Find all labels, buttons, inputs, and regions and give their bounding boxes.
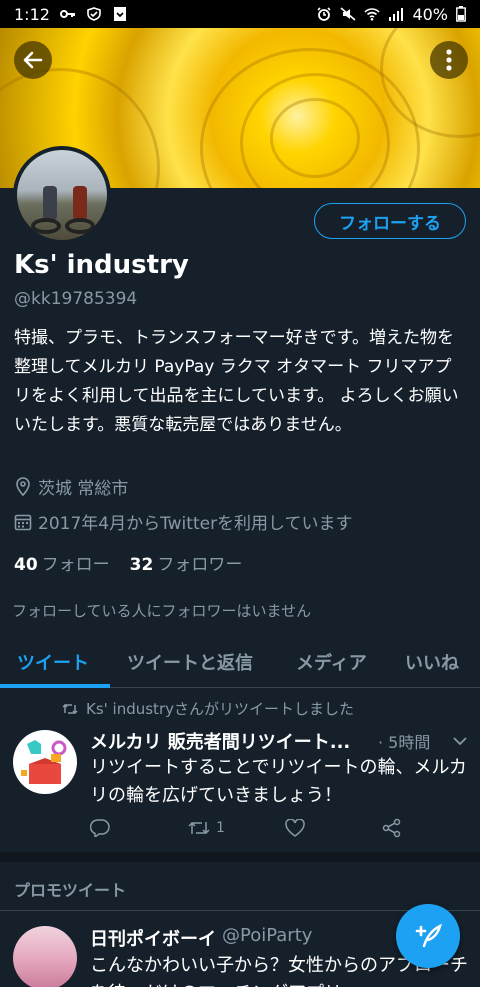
followers-link[interactable]: 32 フォロワー	[130, 550, 243, 575]
followers-label: フォロワー	[157, 555, 243, 575]
compose-tweet-icon	[415, 923, 442, 948]
more-options-button[interactable]	[430, 41, 468, 79]
alarm-icon	[317, 7, 332, 21]
profile-location: 茨城 常総市	[14, 474, 128, 499]
promoted-tweet-label: プロモツイート	[14, 881, 127, 900]
download-icon	[113, 7, 126, 21]
joined-text: 2017年4月からTwitterを利用しています	[38, 514, 353, 534]
retweet-note: Ks' industryさんがリツイートしました	[62, 698, 354, 719]
chevron-down-icon[interactable]	[452, 736, 468, 746]
follow-button[interactable]: フォローする	[314, 203, 466, 239]
back-arrow-icon	[23, 51, 43, 69]
tab-tweets-and-replies[interactable]: ツイートと返信	[127, 636, 253, 688]
tab-tweets[interactable]: ツイート	[17, 636, 89, 688]
profile-avatar[interactable]	[13, 146, 111, 244]
mercari-logo-icon	[21, 740, 67, 784]
promo-author-avatar[interactable]	[13, 926, 77, 987]
retweet-note-text: Ks' industryさんがリツイートしました	[86, 700, 354, 718]
retweet-button[interactable]: 1	[188, 820, 225, 836]
tweet-actions: 1	[90, 816, 420, 840]
followers-count: 32	[129, 555, 154, 575]
tweet-header: メルカリ 販売者間リツイート... · 5時間	[90, 728, 468, 754]
more-vertical-icon	[446, 49, 452, 71]
promo-header: 日刊ポイボーイ @PoiParty	[90, 925, 312, 951]
mute-icon	[340, 7, 356, 21]
back-button[interactable]	[14, 41, 52, 79]
following-label: フォロー	[41, 555, 110, 575]
reply-button[interactable]	[90, 819, 110, 837]
promo-author-handle: @PoiParty	[222, 925, 313, 946]
follow-counts: 40 フォロー 32 フォロワー	[14, 550, 242, 575]
reply-icon	[90, 819, 110, 837]
battery-icon	[456, 6, 466, 22]
calendar-icon	[14, 514, 32, 530]
wifi-icon	[364, 8, 381, 21]
battery-percent: 40%	[412, 4, 448, 24]
section-divider	[0, 852, 480, 862]
profile-bio: 特撮、プラモ、トランスフォーマー好きです。増えた物を整理してメルカリ PayPa…	[14, 328, 459, 435]
tweet-author-name[interactable]: メルカリ 販売者間リツイート...	[90, 728, 372, 754]
retweet-icon	[188, 821, 210, 835]
compose-tweet-button[interactable]	[396, 904, 460, 968]
tweet-time: · 5時間	[378, 733, 431, 752]
status-time: 1:12	[14, 4, 50, 24]
profile-joined: 2017年4月からTwitterを利用しています	[14, 509, 353, 534]
tweet-author-avatar[interactable]	[13, 730, 77, 794]
tab-likes[interactable]: いいね	[405, 636, 459, 688]
key-icon	[59, 10, 75, 18]
promo-author-name[interactable]: 日刊ポイボーイ	[90, 925, 216, 951]
status-bar: 1:12 40%	[0, 0, 480, 28]
retweet-count: 1	[216, 820, 225, 836]
profile-handle: @kk19785394	[14, 289, 138, 309]
signal-icon	[389, 8, 404, 21]
share-button[interactable]	[382, 818, 402, 838]
following-link[interactable]: 40 フォロー	[14, 550, 110, 575]
location-pin-icon	[16, 476, 30, 496]
share-icon	[382, 818, 401, 838]
shield-icon	[87, 7, 101, 21]
location-text: 茨城 常総市	[38, 479, 129, 499]
no-mutual-followers-note: フォローしている人にフォロワーはいません	[12, 602, 312, 620]
profile-name: Ks' industry	[14, 250, 189, 280]
tweet-text: リツイートすることでリツイートの輪、メルカリの輪を広げていきましょう！	[90, 757, 467, 806]
active-tab-indicator	[0, 684, 110, 688]
retweet-icon	[62, 703, 78, 714]
like-icon	[285, 819, 305, 837]
like-button[interactable]	[285, 819, 305, 837]
tab-media[interactable]: メディア	[296, 636, 367, 688]
following-count: 40	[14, 555, 38, 575]
profile-tabs: ツイート ツイートと返信 メディア いいね	[0, 636, 480, 688]
